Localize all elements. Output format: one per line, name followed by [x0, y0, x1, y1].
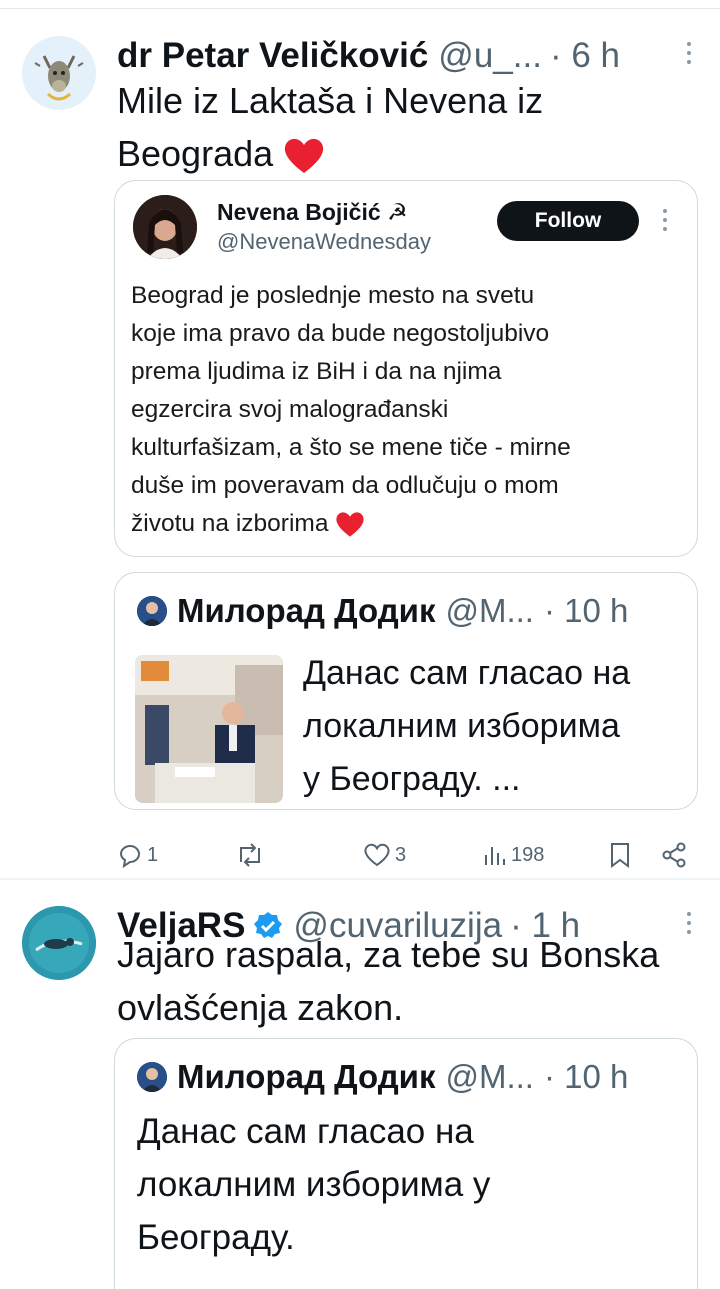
tweet-text: Mile iz Laktaša i Nevena iz Beograda — [117, 74, 543, 180]
red-heart-emoji-icon — [285, 139, 324, 174]
timestamp[interactable]: · 10 h — [544, 592, 628, 630]
quoted-author-handle[interactable]: @M... — [445, 592, 534, 630]
tweet-text-line: Beograda — [117, 133, 274, 174]
avatar[interactable] — [133, 195, 197, 259]
tweet-text-line: ovlašćenja zakon. — [117, 987, 404, 1028]
avatar[interactable] — [22, 36, 96, 110]
author-name[interactable]: dr Petar Veličković — [117, 36, 428, 76]
views-chart-icon — [485, 847, 505, 865]
quoted-author-handle[interactable]: @M... — [445, 1058, 534, 1096]
avatar[interactable] — [137, 1062, 167, 1092]
more-options-icon[interactable] — [686, 912, 692, 934]
like-count: 3 — [395, 843, 407, 866]
quoted-text-line: локалним изборима — [303, 707, 620, 745]
author-handle[interactable]: @u_... — [438, 36, 542, 76]
quoted-author-name[interactable]: Nevena Bojičić ☭ — [217, 199, 408, 226]
avatar[interactable] — [137, 596, 167, 626]
timestamp[interactable]: · 6 h — [550, 36, 620, 76]
retweet-button[interactable] — [235, 830, 269, 880]
quoted-tweet[interactable]: Милорад Додик @M... · 10 h Данас сам гла… — [114, 1038, 698, 1289]
quoted-text-line: Beograd je poslednje mesto na svetu — [131, 282, 535, 309]
reply-icon — [119, 845, 140, 868]
quoted-tweet-text: Данас сам гласао на локалним изборима у … — [137, 1105, 490, 1264]
red-heart-emoji-icon — [336, 512, 364, 537]
quoted-tweet-header: Милорад Додик @M... · 10 h — [137, 587, 677, 635]
quoted-text-line: kulturfašizam, a što se mene tiče - mirn… — [131, 434, 571, 461]
reply-count: 1 — [147, 843, 159, 866]
quoted-text-line: Данас сам гласао на — [137, 1112, 474, 1151]
tweet-actions: 1 3 198 — [117, 830, 697, 880]
quoted-tweet-text: Beograd je poslednje mesto na svetu koje… — [131, 277, 686, 543]
avatar[interactable] — [22, 906, 96, 980]
quoted-text-line: Београду. — [137, 1218, 295, 1257]
tweet[interactable]: VeljaRS @cuvariluzija · 1 h Jajaro raspa… — [0, 880, 720, 1289]
share-icon — [662, 842, 686, 868]
tweet-text-line: Mile iz Laktaša i Nevena iz — [117, 80, 544, 121]
quoted-text-line: у Београду. ... — [303, 760, 521, 798]
media-thumbnail[interactable] — [135, 655, 283, 803]
quoted-text-line: локалним изборима у — [137, 1165, 491, 1204]
more-options-icon[interactable] — [686, 42, 692, 64]
quoted-text-line: Данас сам гласао на — [303, 654, 631, 692]
quoted-author-name[interactable]: Милорад Додик — [177, 1058, 435, 1096]
share-button[interactable] — [661, 830, 687, 880]
quoted-text-line: životu na izborima — [131, 510, 329, 537]
quoted-author-handle[interactable]: @NevenaWednesday — [217, 229, 431, 255]
bookmark-button[interactable] — [609, 830, 631, 880]
more-options-icon[interactable] — [663, 209, 667, 231]
quoted-tweet-header: Милорад Додик @M... · 10 h — [137, 1053, 677, 1101]
bookmark-icon — [611, 843, 629, 868]
quoted-text-line: koje ima pravo da bude negostoljubivo — [131, 320, 550, 347]
tweet[interactable]: dr Petar Veličković @u_... · 6 h Mile iz… — [0, 10, 720, 880]
views-button[interactable]: 198 — [483, 830, 544, 880]
quoted-tweet[interactable]: Nevena Bojičić ☭ @NevenaWednesday Follow… — [114, 180, 698, 557]
quoted-text-line: prema ljudima iz BiH i da na njima — [131, 358, 502, 385]
timestamp[interactable]: · 10 h — [544, 1058, 628, 1096]
follow-button[interactable]: Follow — [497, 201, 639, 241]
quoted-text-line: egzercira svoj malograđanski — [131, 396, 449, 423]
reply-button[interactable]: 1 — [117, 830, 158, 880]
heart-icon — [364, 843, 390, 867]
tweet-text-line: Jajaro raspala, za tebe su Bonska — [117, 934, 660, 975]
view-count: 198 — [511, 843, 545, 866]
retweet-icon — [240, 843, 260, 867]
quoted-author-name[interactable]: Милорад Додик — [177, 592, 435, 630]
quoted-text-line: duše im poveravam da odlučuju o mom — [131, 472, 559, 499]
like-button[interactable]: 3 — [363, 830, 406, 880]
quoted-tweet-text: Данас сам гласао на локалним изборима у … — [303, 647, 630, 806]
top-divider — [0, 0, 720, 9]
tweet-text: Jajaro raspala, za tebe su Bonska ovlašć… — [117, 928, 659, 1034]
quoted-tweet[interactable]: Милорад Додик @M... · 10 h Данас сам гла… — [114, 572, 698, 810]
